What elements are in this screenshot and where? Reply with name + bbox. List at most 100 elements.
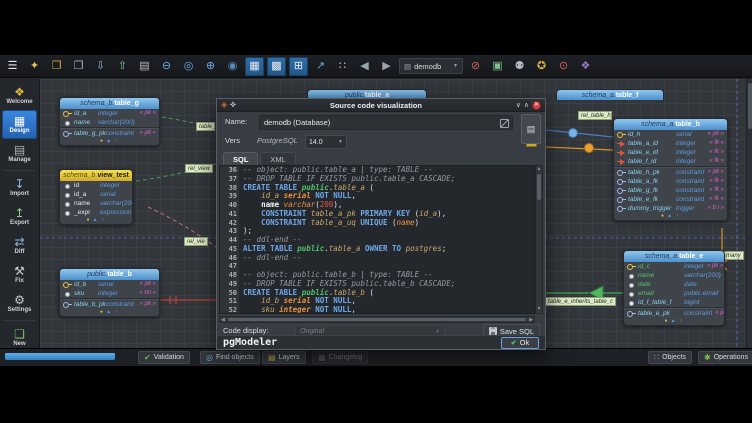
find-objects-button[interactable]: ◎Find objects — [200, 351, 260, 364]
objects-button[interactable]: ∷Objects — [648, 351, 692, 364]
collapse-dot-icon[interactable]: ● — [100, 309, 103, 316]
previous-model-button[interactable]: ◀ — [355, 57, 374, 76]
show-grid-button[interactable]: ▦ — [245, 57, 264, 76]
magnifiers-button[interactable]: ◉ — [223, 57, 242, 76]
zoom-in-button[interactable]: ⊕ — [201, 57, 220, 76]
sidebar-item-welcome[interactable]: ❖Welcome — [2, 81, 37, 110]
table-row-id_c[interactable]: id_cinteger« pk » — [624, 262, 724, 271]
expand-up-icon[interactable]: ▲ — [106, 309, 111, 316]
collapse-dot-icon[interactable]: ● — [661, 213, 664, 220]
version-combo[interactable]: 14.0 ▼ — [305, 135, 347, 149]
changelog-button[interactable]: ▦Changelog — [312, 351, 368, 364]
er-view-view_test[interactable]: schema_b.view_testidintegerid_aserialnam… — [59, 169, 133, 225]
layers-button[interactable]: ▤Layers — [262, 351, 306, 364]
grid-dots-button[interactable]: ▩ — [267, 57, 286, 76]
expand-down-icon[interactable]: ▼ — [679, 318, 684, 325]
code-hscrollbar-thumb[interactable] — [228, 318, 526, 321]
table-row-sku[interactable]: skuinteger« nn » — [60, 289, 159, 298]
canvas-vscrollbar[interactable] — [746, 79, 752, 348]
import-button[interactable]: ⇩ — [91, 57, 110, 76]
plugin-button[interactable]: ⚉ — [510, 57, 529, 76]
pin-icon[interactable]: ✜ — [230, 102, 236, 109]
table-row-table_g_pk[interactable]: table_g_pkconstraint« pk » — [60, 129, 159, 138]
print-button[interactable]: ▤ — [135, 57, 154, 76]
sidebar-item-settings[interactable]: ⚙Settings — [2, 289, 37, 318]
expand-down-icon[interactable]: ▼ — [675, 213, 680, 220]
scroll-left-icon[interactable]: ◀ — [221, 317, 225, 323]
snap-grid-button[interactable]: ⊞ — [289, 57, 308, 76]
validation-button[interactable]: ✔Validation — [138, 351, 190, 364]
collapse-dot-icon[interactable]: ● — [100, 138, 103, 145]
maximize-icon[interactable]: ∧ — [524, 102, 529, 109]
open-model-button[interactable]: ❐ — [47, 57, 66, 76]
zoom-out-button[interactable]: ⊖ — [157, 57, 176, 76]
code-hscrollbar[interactable]: ◀ ▶ — [219, 316, 535, 323]
code-vscrollbar-thumb[interactable] — [537, 174, 541, 200]
table-row-id_f_table_f[interactable]: id_f_table_fbigint — [624, 298, 724, 307]
new-model-button[interactable]: ✦ — [25, 57, 44, 76]
sidebar-item-manage[interactable]: ▤Manage — [2, 139, 37, 168]
table-row-table_a_id[interactable]: table_a_idinteger« fk » — [614, 139, 727, 148]
table-row-id_a[interactable]: id_aserial — [60, 190, 132, 199]
table-row-id_a[interactable]: id_ainteger« pk » — [60, 109, 159, 118]
scroll-up-icon[interactable]: ▲ — [536, 166, 542, 173]
sidebar-item-fix[interactable]: ⚒Fix — [2, 260, 37, 289]
export-image-button[interactable]: ▣ — [488, 57, 507, 76]
next-model-button[interactable]: ▶ — [377, 57, 396, 76]
table-row-name[interactable]: namevarchar(200) — [60, 199, 132, 208]
sidebar-item-import[interactable]: ↧Import — [2, 173, 37, 202]
ok-button[interactable]: ✔ Ok — [501, 337, 539, 349]
table-row-name[interactable]: namevarchar(200) — [60, 118, 159, 127]
sidebar-item-design[interactable]: ▦Design — [2, 110, 37, 139]
expand-down-icon[interactable]: ▼ — [114, 138, 119, 145]
expand-up-icon[interactable]: ▲ — [93, 217, 98, 224]
table-row-table_h_pk[interactable]: table_h_pkconstraint« pk » — [614, 168, 727, 177]
er-table-table_f-partial[interactable]: schema_a.table_f — [556, 89, 664, 100]
donate-button[interactable]: ✪ — [532, 57, 551, 76]
collapse-dot-icon[interactable]: ● — [87, 217, 90, 224]
about-button[interactable]: ⊙ — [554, 57, 573, 76]
table-row-id_b[interactable]: id_bserial« pk » — [60, 280, 159, 289]
relationship-table-h-orange[interactable] — [546, 147, 613, 150]
table-row-date[interactable]: datedate — [624, 280, 724, 289]
rel-label-rel-view[interactable]: rel_view — [185, 164, 213, 173]
scroll-right-icon[interactable]: ▶ — [529, 317, 533, 323]
expand-up-icon[interactable]: ▲ — [667, 213, 672, 220]
collapse-dot-icon[interactable]: ● — [665, 318, 668, 325]
blue-indicator-bar[interactable] — [5, 353, 115, 360]
er-table-table_h[interactable]: schema_a.table_hid_hserial« pk »table_a_… — [613, 118, 728, 221]
er-table-table_g[interactable]: schema_b.table_gid_ainteger« pk »namevar… — [59, 97, 160, 146]
objects-visibility-button[interactable]: ∷ — [333, 57, 352, 76]
table-row-table_e_id[interactable]: table_e_idinteger« fk » — [614, 148, 727, 157]
sidebar-item-export[interactable]: ↥Export — [2, 202, 37, 231]
er-table-table_e[interactable]: schema_a.table_eid_cinteger« pk »namevar… — [623, 250, 725, 326]
source-options-button[interactable]: ▤ — [521, 114, 541, 144]
canvas-vscrollbar-thumb[interactable] — [748, 83, 752, 129]
expand-up-icon[interactable]: ▲ — [106, 138, 111, 145]
main-menu-button[interactable]: ☰ — [3, 57, 22, 76]
plugins-button[interactable]: ❖ — [576, 57, 595, 76]
dialog-titlebar[interactable]: ◈ ✜ Source code visualization ∨ ∧ ✕ — [217, 99, 545, 112]
er-table-table_b[interactable]: public.table_bid_bserial« pk »skuinteger… — [59, 268, 160, 317]
tab-xml[interactable]: XML — [260, 152, 295, 166]
expand-up-icon[interactable]: ▲ — [671, 318, 676, 325]
table-row-_expr[interactable]: _exprexpression — [60, 208, 132, 217]
rel-label-rel-view-2[interactable]: rel_vie — [184, 237, 208, 246]
table-row-table_e_pk[interactable]: table_e_pkconstraint« pk » — [624, 309, 724, 318]
expand-down-icon[interactable]: ▼ — [114, 309, 119, 316]
connection-point-orange[interactable] — [585, 144, 594, 153]
close-icon[interactable]: ✕ — [532, 101, 541, 110]
rel-label-many[interactable]: many — [723, 251, 744, 260]
sidebar-item-diff[interactable]: ⇄Diff — [2, 231, 37, 260]
name-field[interactable]: demodb (Database) — [259, 115, 513, 130]
table-row-name[interactable]: namevarchar(200) — [624, 271, 724, 280]
table-row-email[interactable]: emailpublic.email — [624, 289, 724, 298]
zoom-original-button[interactable]: ◎ — [179, 57, 198, 76]
export-button[interactable]: ⇧ — [113, 57, 132, 76]
table-row-dummy_trigger[interactable]: dummy_triggertrigger« b i » — [614, 204, 727, 213]
code-area[interactable]: 36-- object: public.table_a | type: TABL… — [219, 165, 535, 314]
table-row-table_g_fk[interactable]: table_g_fkconstraint« fk » — [614, 186, 727, 195]
table-row-id[interactable]: idinteger — [60, 181, 132, 190]
tab-sql[interactable]: SQL — [223, 152, 258, 166]
model-combo[interactable]: ▤demodb▼ — [399, 58, 463, 74]
